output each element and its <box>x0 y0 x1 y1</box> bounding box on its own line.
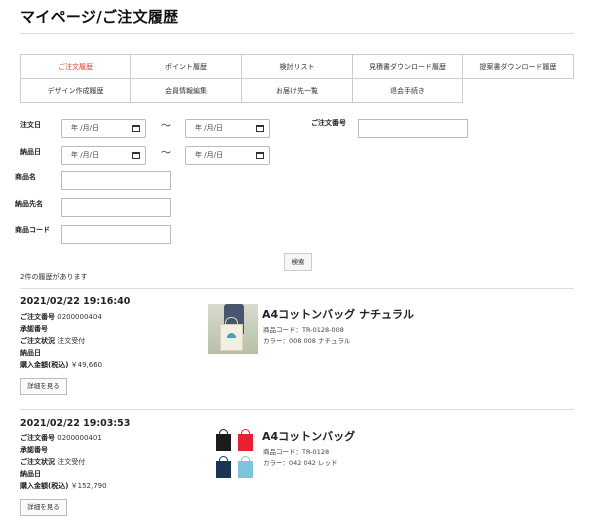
calendar-icon <box>256 125 264 132</box>
order-number-line: ご注文番号 0200000404 <box>20 313 102 321</box>
order-no-input[interactable] <box>358 119 468 138</box>
date-placeholder: 年 /月/日 <box>195 124 223 132</box>
order-item: 2021/02/22 19:16:40 ご注文番号 0200000404 承認番… <box>20 296 574 404</box>
delivery-date-label: 納品日 <box>20 148 41 156</box>
result-count: 2件の履歴があります <box>20 273 88 281</box>
tab-consider-list[interactable]: 検討リスト <box>241 54 353 79</box>
delivery-date-line: 納品日 <box>20 470 41 478</box>
swatch-navy-bag-icon <box>216 456 231 478</box>
delivery-date-to-input[interactable]: 年 /月/日 <box>185 146 270 165</box>
delivery-date-line: 納品日 <box>20 349 41 357</box>
tote-bag-photo-icon[interactable] <box>208 304 258 354</box>
detail-button[interactable]: 詳細を見る <box>20 499 67 516</box>
tab-quote-download-history[interactable]: 見積書ダウンロード履歴 <box>352 54 463 79</box>
product-code-input[interactable] <box>61 225 171 244</box>
tab-member-info[interactable]: 会員情報編集 <box>130 78 242 103</box>
detail-button[interactable]: 詳細を見る <box>20 378 67 395</box>
ship-to-input[interactable] <box>61 198 171 217</box>
product-code-label: 商品コード <box>15 226 50 234</box>
calendar-icon <box>132 152 140 159</box>
product-name[interactable]: A4コットンバッグ <box>262 428 355 444</box>
total-amount-line: 購入金額(税込) ￥49,660 <box>20 361 103 369</box>
approval-number-line: 承認番号 <box>20 446 48 454</box>
order-datetime: 2021/02/22 19:16:40 <box>20 296 131 307</box>
order-date-label: 注文日 <box>20 121 41 129</box>
date-placeholder: 年 /月/日 <box>195 151 223 159</box>
tote-bag-colors-icon[interactable] <box>208 426 258 478</box>
order-item: 2021/02/22 19:03:53 ご注文番号 0200000401 承認番… <box>20 418 574 526</box>
title-divider <box>20 33 574 34</box>
tab-order-history[interactable]: ご注文履歴 <box>20 54 131 79</box>
product-name[interactable]: A4コットンバッグ ナチュラル <box>262 306 414 322</box>
swatch-black-bag-icon <box>216 429 231 451</box>
date-placeholder: 年 /月/日 <box>71 124 99 132</box>
total-amount-line: 購入金額(税込) ￥152,790 <box>20 482 107 490</box>
product-color: カラー：042 042 レッド <box>263 459 338 467</box>
tab-design-history[interactable]: デザイン作成履歴 <box>20 78 131 103</box>
order-divider <box>20 409 574 410</box>
calendar-icon <box>256 152 264 159</box>
swatch-red-bag-icon <box>238 429 253 451</box>
order-number-line: ご注文番号 0200000401 <box>20 434 102 442</box>
tab-proposal-download-history[interactable]: 提案書ダウンロード履歴 <box>462 54 574 79</box>
order-datetime: 2021/02/22 19:03:53 <box>20 418 131 429</box>
order-no-label: ご注文番号 <box>311 119 346 127</box>
date-placeholder: 年 /月/日 <box>71 151 99 159</box>
tab-delivery-addresses[interactable]: お届け先一覧 <box>241 78 353 103</box>
product-name-input[interactable] <box>61 171 171 190</box>
tab-point-history[interactable]: ポイント履歴 <box>130 54 242 79</box>
page-title: マイページ/ご注文履歴 <box>20 8 179 26</box>
order-date-to-input[interactable]: 年 /月/日 <box>185 119 270 138</box>
ship-to-label: 納品先名 <box>15 200 43 208</box>
order-date-from-input[interactable]: 年 /月/日 <box>61 119 146 138</box>
delivery-date-from-input[interactable]: 年 /月/日 <box>61 146 146 165</box>
search-button[interactable]: 検索 <box>284 253 312 271</box>
range-separator: 〜 <box>161 148 171 159</box>
results-divider <box>20 288 574 289</box>
calendar-icon <box>132 125 140 132</box>
order-status-line: ご注文状況 注文受付 <box>20 458 86 466</box>
range-separator: 〜 <box>161 121 171 132</box>
swatch-lightblue-bag-icon <box>238 456 253 478</box>
order-status-line: ご注文状況 注文受付 <box>20 337 86 345</box>
tab-withdraw[interactable]: 退会手続き <box>352 78 463 103</box>
approval-number-line: 承認番号 <box>20 325 48 333</box>
product-color: カラー：008 008 ナチュラル <box>263 337 351 345</box>
product-code: 商品コード：TR-0128 <box>263 448 330 456</box>
product-code: 商品コード：TR-0128-008 <box>263 326 344 334</box>
product-name-label: 商品名 <box>15 173 36 181</box>
